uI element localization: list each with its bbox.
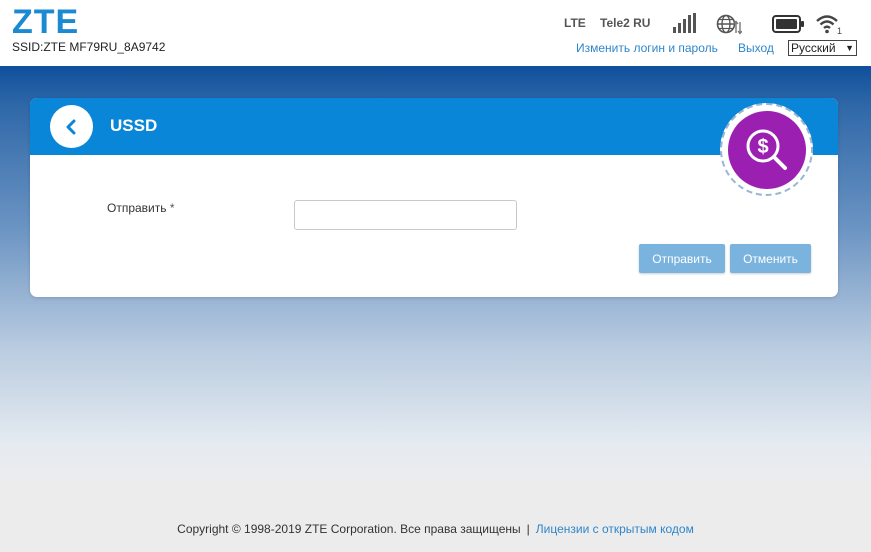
operator-name: Tele2 RU bbox=[600, 16, 651, 30]
page-title: USSD bbox=[110, 116, 158, 135]
top-header: ZTE SSID:ZTE MF79RU_8A9742 LTE Tele2 RU … bbox=[0, 0, 871, 66]
cancel-button[interactable]: Отменить bbox=[730, 244, 811, 273]
change-login-link[interactable]: Изменить логин и пароль bbox=[576, 41, 718, 55]
chevron-down-icon: ▼ bbox=[845, 43, 854, 53]
send-field-label: Отправить * bbox=[107, 201, 175, 215]
ssid-label: SSID:ZTE MF79RU_8A9742 bbox=[12, 40, 166, 54]
send-button[interactable]: Отправить bbox=[639, 244, 725, 273]
license-link[interactable]: Лицензии с открытым кодом bbox=[536, 522, 694, 536]
ussd-panel: USSD $ Отправить * Отправить Отменить bbox=[30, 98, 838, 297]
footer-separator: | bbox=[526, 522, 530, 536]
battery-icon bbox=[772, 15, 804, 33]
ussd-input[interactable] bbox=[294, 200, 517, 230]
language-select[interactable]: Русский ▼ bbox=[788, 40, 857, 56]
back-button[interactable] bbox=[50, 105, 93, 148]
language-value: Русский bbox=[791, 41, 836, 55]
network-type: LTE bbox=[564, 16, 586, 30]
copyright-text: Copyright © 1998-2019 ZTE Corporation. В… bbox=[177, 522, 521, 536]
ussd-badge: $ bbox=[720, 103, 813, 196]
logout-link[interactable]: Выход bbox=[738, 41, 774, 55]
wifi-clients-count: 1 bbox=[837, 26, 842, 35]
zte-logo: ZTE bbox=[12, 3, 80, 41]
signal-bars-icon bbox=[673, 13, 696, 33]
globe-data-icon bbox=[716, 14, 742, 35]
footer: Copyright © 1998-2019 ZTE Corporation. В… bbox=[0, 522, 871, 536]
wifi-icon: 1 bbox=[816, 15, 842, 35]
back-arrow-icon bbox=[66, 119, 75, 134]
svg-text:$: $ bbox=[757, 136, 768, 158]
required-mark: * bbox=[169, 201, 175, 215]
panel-header: USSD bbox=[30, 98, 838, 155]
dollar-search-icon: $ bbox=[746, 129, 787, 170]
